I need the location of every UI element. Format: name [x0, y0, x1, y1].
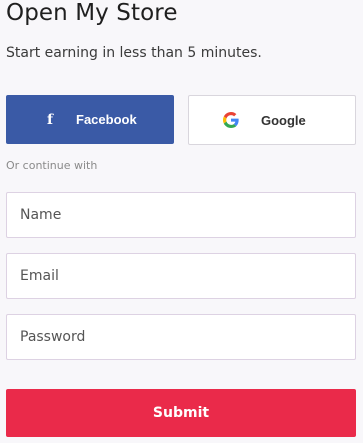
- name-field[interactable]: [6, 192, 356, 238]
- google-login-button[interactable]: Google: [188, 95, 356, 145]
- signup-page: Open My Store Start earning in less than…: [0, 0, 363, 443]
- social-login-row: f Facebook Google: [6, 95, 356, 145]
- facebook-login-button[interactable]: f Facebook: [6, 95, 174, 144]
- page-title: Open My Store: [6, 0, 178, 26]
- page-subtitle: Start earning in less than 5 minutes.: [6, 45, 262, 61]
- facebook-icon: f: [46, 111, 54, 128]
- google-icon: [223, 112, 239, 128]
- google-login-label: Google: [261, 112, 306, 128]
- submit-button[interactable]: Submit: [6, 389, 356, 437]
- continue-with-label: Or continue with: [6, 159, 98, 172]
- email-field[interactable]: [6, 253, 356, 299]
- facebook-login-label: Facebook: [76, 112, 137, 127]
- password-field[interactable]: [6, 314, 356, 360]
